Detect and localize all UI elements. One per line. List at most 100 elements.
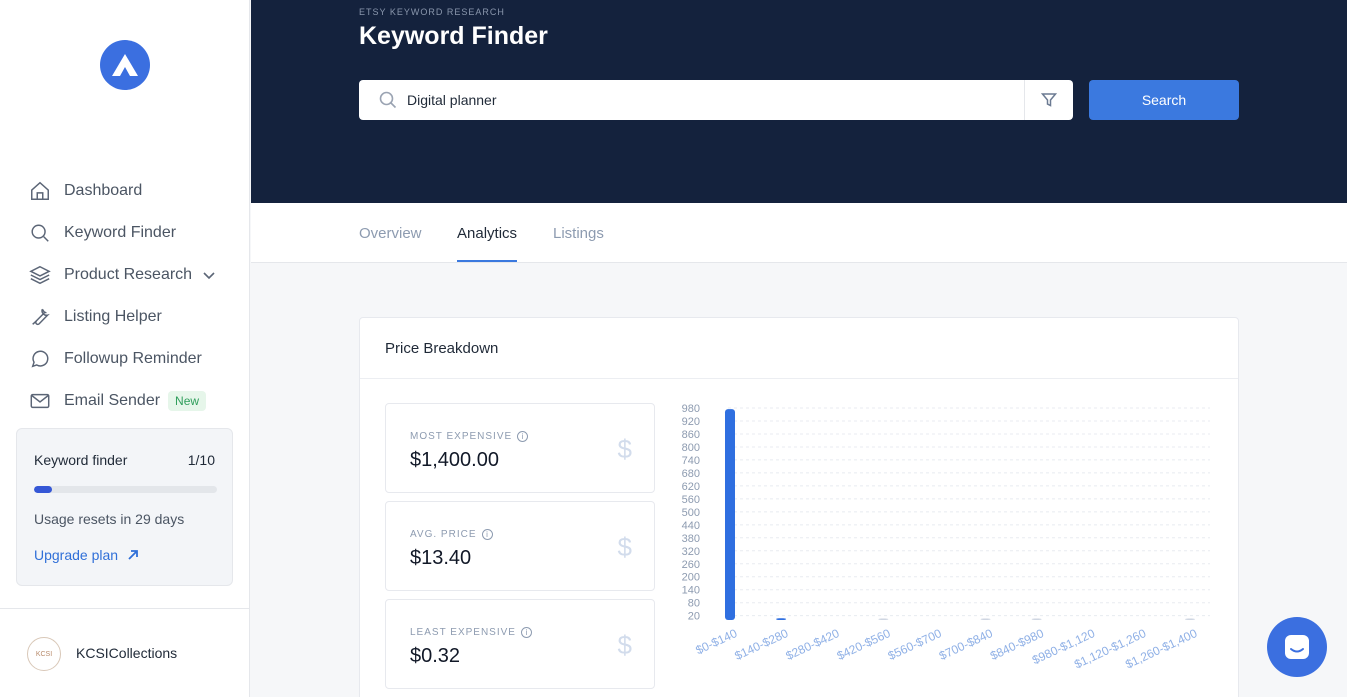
chart-bar[interactable] bbox=[1185, 618, 1195, 621]
stat-label-text: AVG. PRICE bbox=[410, 529, 477, 540]
chart-y-tick-label: 380 bbox=[682, 533, 700, 545]
price-breakdown-chart: 2080140200260320380440500560620680740800… bbox=[682, 403, 1210, 671]
chart-y-tick-label: 200 bbox=[682, 572, 700, 584]
arrow-up-right-icon bbox=[128, 550, 138, 560]
avatar-text: KCSI bbox=[35, 650, 53, 658]
chart-y-tick-label: 500 bbox=[682, 507, 700, 519]
chevron-down-icon[interactable] bbox=[202, 268, 216, 282]
tab-listings[interactable]: Listings bbox=[553, 225, 604, 260]
tab-analytics[interactable]: Analytics bbox=[457, 225, 518, 262]
sidebar: Dashboard Keyword Finder Product Researc… bbox=[0, 0, 250, 697]
search-box bbox=[359, 80, 1073, 120]
chart-bar[interactable] bbox=[725, 409, 735, 620]
stat-label-text: LEAST EXPENSIVE bbox=[410, 627, 516, 638]
chart-bar[interactable] bbox=[980, 618, 991, 621]
home-icon bbox=[28, 179, 52, 203]
stat-most-expensive: MOST EXPENSIVE i $1,400.00 $ bbox=[385, 403, 655, 493]
chart-x-tick-label: $140-$280 bbox=[732, 626, 790, 663]
chart-bar[interactable] bbox=[878, 618, 889, 621]
app-logo[interactable] bbox=[100, 40, 150, 90]
sidebar-nav: Dashboard Keyword Finder Product Researc… bbox=[0, 170, 250, 422]
stat-value: $1,400.00 bbox=[410, 449, 499, 471]
account-section[interactable]: KCSI KCSICollections bbox=[0, 608, 249, 697]
chart-y-tick-label: 440 bbox=[682, 520, 700, 532]
chart-x-tick-label: $560-$700 bbox=[886, 626, 944, 663]
account-name: KCSICollections bbox=[76, 645, 178, 661]
stat-label: LEAST EXPENSIVE i bbox=[410, 627, 532, 638]
chart-y-tick-label: 80 bbox=[688, 598, 700, 610]
stat-label-text: MOST EXPENSIVE bbox=[410, 431, 513, 442]
sidebar-item-product-research[interactable]: Product Research bbox=[0, 254, 250, 296]
chart-y-tick-label: 860 bbox=[682, 429, 700, 441]
chart-y-tick-label: 980 bbox=[682, 403, 700, 415]
stat-avg-price: AVG. PRICE i $13.40 $ bbox=[385, 501, 655, 591]
usage-card: Keyword finder 1/10 Usage resets in 29 d… bbox=[16, 428, 233, 586]
mail-icon bbox=[28, 389, 52, 413]
chart-x-tick-label: $420-$560 bbox=[835, 626, 893, 663]
dollar-icon: $ bbox=[617, 630, 632, 660]
info-icon[interactable]: i bbox=[520, 627, 532, 638]
info-icon[interactable]: i bbox=[481, 529, 493, 540]
chart-y-tick-label: 320 bbox=[682, 546, 700, 558]
chart-y-tick-label: 560 bbox=[682, 494, 700, 506]
chart-y-tick-label: 920 bbox=[682, 416, 700, 428]
filter-icon bbox=[1041, 93, 1057, 107]
chart-y-tick-label: 680 bbox=[682, 468, 700, 480]
sidebar-item-email-sender[interactable]: Email Sender New bbox=[0, 380, 250, 422]
usage-progress-bar bbox=[34, 486, 217, 493]
chart-x-tick-label: $280-$420 bbox=[784, 626, 842, 663]
stat-least-expensive: LEAST EXPENSIVE i $0.32 $ bbox=[385, 599, 655, 689]
new-badge: New bbox=[168, 391, 207, 411]
usage-progress-fill bbox=[34, 486, 53, 493]
upgrade-plan-link[interactable]: Upgrade plan bbox=[34, 547, 140, 563]
avatar[interactable]: KCSI bbox=[27, 637, 61, 671]
stat-label: MOST EXPENSIVE i bbox=[410, 431, 529, 442]
page-eyebrow: ETSY KEYWORD RESEARCH bbox=[359, 7, 505, 17]
filter-button[interactable] bbox=[1024, 80, 1073, 120]
sidebar-item-keyword-finder[interactable]: Keyword Finder bbox=[0, 212, 250, 254]
chart-bar[interactable] bbox=[1031, 618, 1042, 621]
sidebar-item-listing-helper[interactable]: Listing Helper bbox=[0, 296, 250, 338]
usage-count: 1/10 bbox=[187, 452, 215, 468]
card-divider bbox=[360, 378, 1238, 379]
tab-overview[interactable]: Overview bbox=[359, 225, 422, 260]
sidebar-item-label: Keyword Finder bbox=[64, 224, 177, 241]
sidebar-item-dashboard[interactable]: Dashboard bbox=[0, 170, 250, 212]
search-button[interactable]: Search bbox=[1089, 80, 1239, 120]
chart-x-tick-label: $700-$840 bbox=[937, 626, 995, 663]
sidebar-item-label: Email Sender bbox=[64, 392, 161, 409]
chart-y-tick-label: 140 bbox=[682, 585, 700, 597]
page-title: Keyword Finder bbox=[359, 22, 548, 50]
search-icon bbox=[28, 221, 52, 245]
chart-bar[interactable] bbox=[776, 618, 787, 620]
search-icon bbox=[379, 91, 397, 109]
chart-y-tick-label: 20 bbox=[688, 611, 700, 623]
wrench-icon bbox=[28, 305, 52, 329]
usage-title: Keyword finder bbox=[34, 452, 128, 468]
upgrade-plan-label: Upgrade plan bbox=[34, 547, 119, 563]
chat-icon bbox=[1285, 635, 1309, 659]
layers-icon bbox=[28, 263, 52, 287]
dollar-icon: $ bbox=[617, 532, 632, 562]
chart-y-tick-label: 260 bbox=[682, 559, 700, 571]
page-header: ETSY KEYWORD RESEARCH Keyword Finder Sea… bbox=[251, 0, 1347, 203]
sidebar-item-label: Dashboard bbox=[64, 182, 143, 199]
chat-widget-button[interactable] bbox=[1267, 617, 1327, 677]
stat-value: $0.32 bbox=[410, 645, 461, 667]
sidebar-item-label: Listing Helper bbox=[64, 308, 162, 325]
sidebar-item-label: Product Research bbox=[64, 266, 193, 283]
usage-reset-text: Usage resets in 29 days bbox=[34, 511, 185, 527]
chart-y-tick-label: 740 bbox=[682, 455, 700, 467]
chat-icon bbox=[28, 347, 52, 371]
info-icon[interactable]: i bbox=[517, 431, 529, 442]
chart-y-tick-label: 800 bbox=[682, 442, 700, 454]
tab-bar: Overview Analytics Listings bbox=[251, 203, 1347, 263]
search-input[interactable] bbox=[407, 80, 1017, 120]
chart-y-tick-label: 620 bbox=[682, 481, 700, 493]
card-title: Price Breakdown bbox=[385, 340, 499, 357]
stat-value: $13.40 bbox=[410, 547, 472, 569]
dollar-icon: $ bbox=[617, 434, 632, 464]
sidebar-item-label: Followup Reminder bbox=[64, 350, 202, 367]
sidebar-item-followup-reminder[interactable]: Followup Reminder bbox=[0, 338, 250, 380]
logo-icon bbox=[112, 54, 138, 76]
